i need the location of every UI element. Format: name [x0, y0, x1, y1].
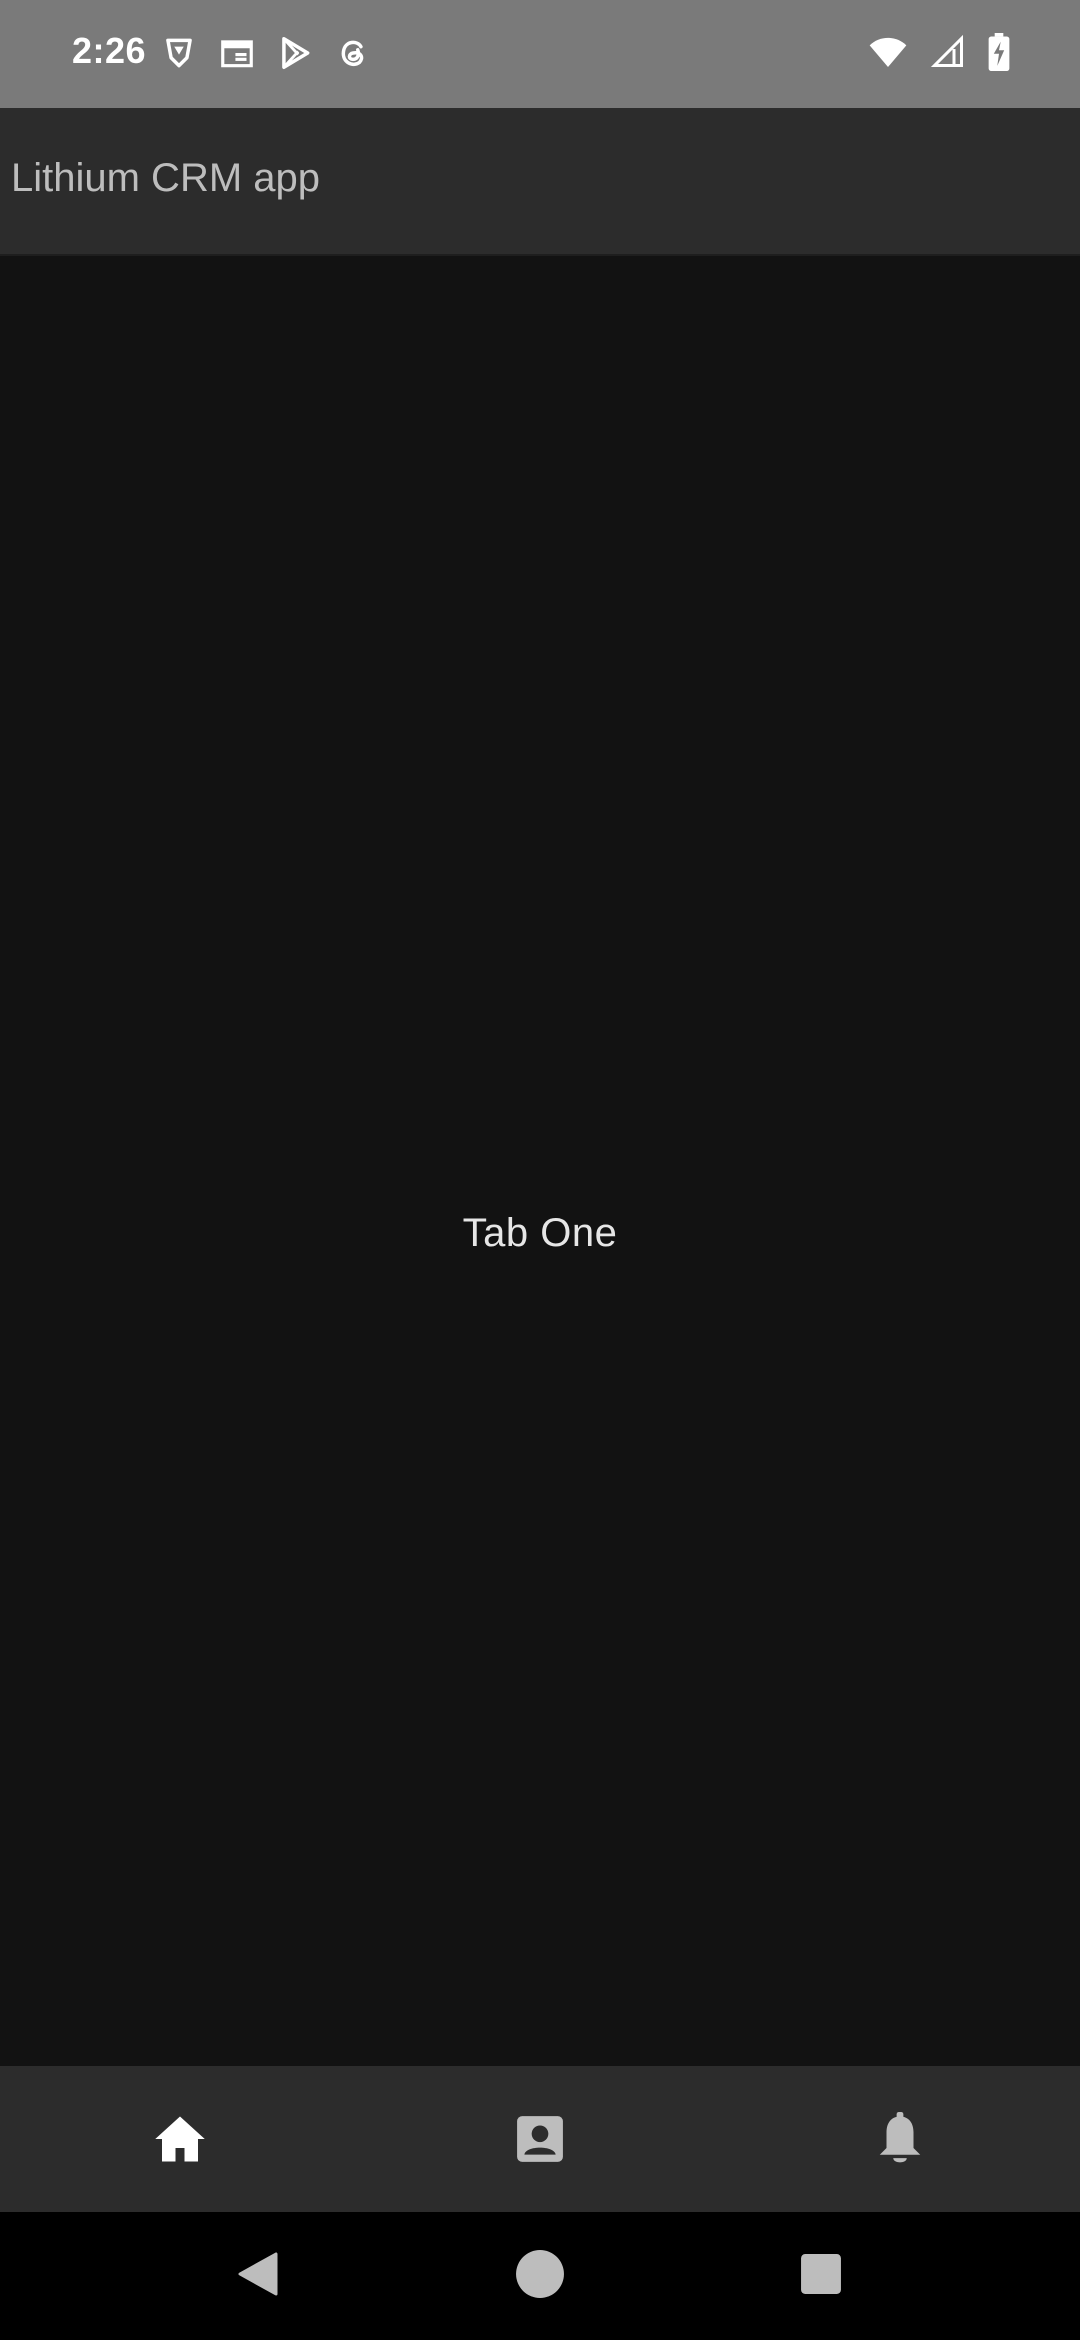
wifi-icon [868, 34, 908, 75]
notification-icons [160, 34, 372, 72]
battery-charging-icon [988, 33, 1010, 76]
main-content: Tab One [0, 256, 1080, 2066]
back-button[interactable] [198, 2212, 318, 2340]
status-time: 2:26 [72, 30, 147, 71]
play-store-icon [276, 34, 314, 72]
brave-shield-icon [160, 34, 198, 72]
system-navigation-bar [0, 2212, 1080, 2340]
threads-icon [334, 34, 372, 72]
nav-tab-contacts[interactable] [360, 2066, 720, 2212]
home-icon [153, 2114, 207, 2164]
nav-tab-home[interactable] [0, 2066, 360, 2212]
nav-tab-notifications[interactable] [720, 2066, 1080, 2212]
cellular-signal-icon [930, 34, 966, 75]
bottom-navigation [0, 2066, 1080, 2212]
recents-icon [800, 2253, 842, 2300]
app-bar: Lithium CRM app [0, 108, 1080, 255]
bell-icon [877, 2112, 923, 2166]
app-title: Lithium CRM app [11, 156, 321, 200]
tab-content-label: Tab One [462, 1211, 618, 1255]
recents-button[interactable] [761, 2212, 881, 2340]
home-circle-icon [515, 2249, 565, 2304]
back-icon [236, 2250, 280, 2303]
contacts-icon [515, 2114, 565, 2164]
home-button[interactable] [480, 2212, 600, 2340]
system-status-icons [868, 33, 1010, 76]
calendar-icon [218, 34, 256, 72]
status-bar: 2:26 [0, 0, 1080, 108]
